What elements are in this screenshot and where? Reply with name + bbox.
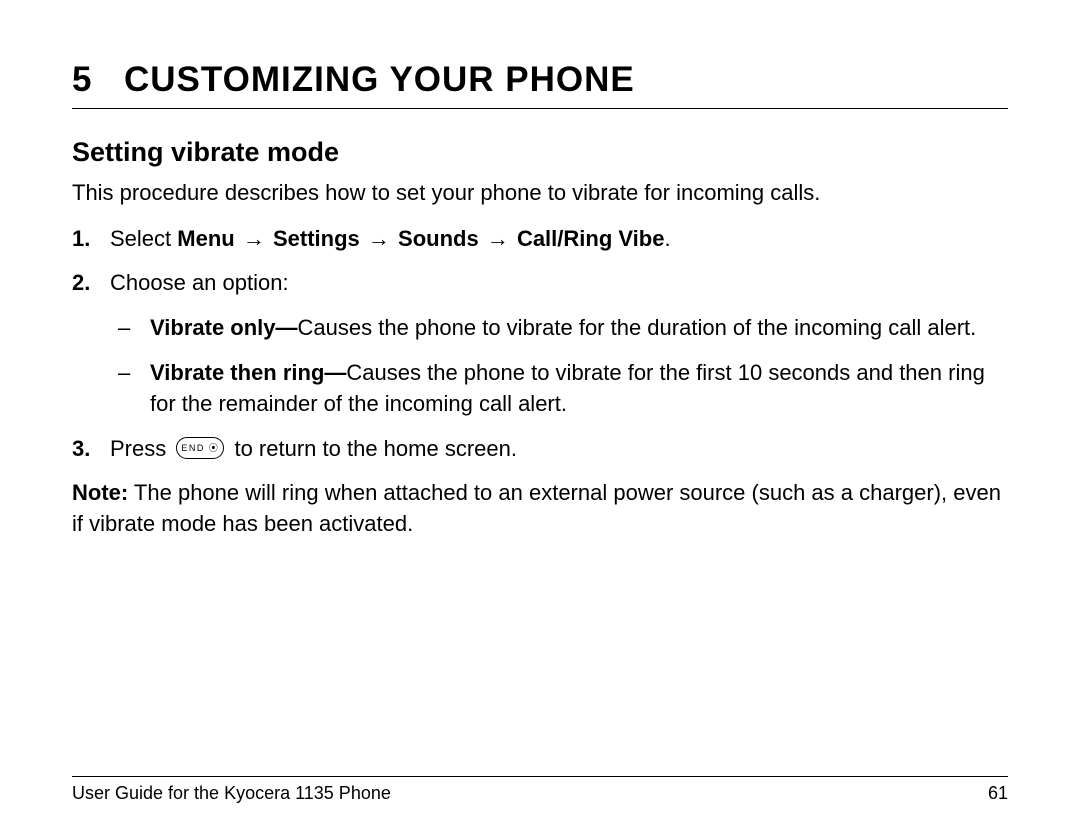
path-menu: Menu (177, 226, 234, 251)
section-title: Setting vibrate mode (72, 137, 1008, 168)
step1-suffix: . (664, 226, 670, 251)
option-text: Causes the phone to vibrate for the dura… (298, 315, 977, 340)
step2-text: Choose an option: (110, 270, 289, 295)
step-1: Select Menu → Settings → Sounds → Call/R… (72, 224, 1008, 255)
chapter-number: 5 (72, 60, 96, 100)
arrow-icon: → (366, 226, 392, 251)
path-callring: Call/Ring Vibe (517, 226, 665, 251)
step2-options: Vibrate only—Causes the phone to vibrate… (110, 313, 1008, 419)
path-settings: Settings (273, 226, 360, 251)
step3-prefix: Press (110, 436, 172, 461)
note-label: Note: (72, 480, 128, 505)
step-3: Press END ⦿ to return to the home screen… (72, 434, 1008, 465)
end-key-icon: END ⦿ (176, 437, 224, 459)
option-label: Vibrate only— (150, 315, 298, 340)
menu-path: Menu → Settings → Sounds → Call/Ring Vib… (177, 226, 664, 251)
arrow-icon: → (485, 226, 511, 251)
page-footer: User Guide for the Kyocera 1135 Phone 61 (72, 776, 1008, 804)
footer-guide-title: User Guide for the Kyocera 1135 Phone (72, 783, 391, 804)
path-sounds: Sounds (398, 226, 479, 251)
footer-page-number: 61 (988, 783, 1008, 804)
note-text: The phone will ring when attached to an … (72, 480, 1001, 536)
option-vibrate-then-ring: Vibrate then ring—Causes the phone to vi… (110, 358, 1008, 420)
step3-suffix: to return to the home screen. (228, 436, 517, 461)
section-intro: This procedure describes how to set your… (72, 178, 1008, 208)
chapter-heading: 5 CUSTOMIZING YOUR PHONE (72, 60, 1008, 109)
end-key-symbol: ⦿ (209, 442, 220, 455)
end-key-label: END (181, 442, 205, 455)
arrow-icon: → (241, 226, 267, 251)
chapter-title: CUSTOMIZING YOUR PHONE (124, 60, 635, 100)
step1-prefix: Select (110, 226, 177, 251)
step-2: Choose an option: Vibrate only—Causes th… (72, 268, 1008, 419)
note: Note: The phone will ring when attached … (72, 478, 1008, 540)
steps-list: Select Menu → Settings → Sounds → Call/R… (72, 224, 1008, 465)
option-label: Vibrate then ring— (150, 360, 346, 385)
option-vibrate-only: Vibrate only—Causes the phone to vibrate… (110, 313, 1008, 344)
